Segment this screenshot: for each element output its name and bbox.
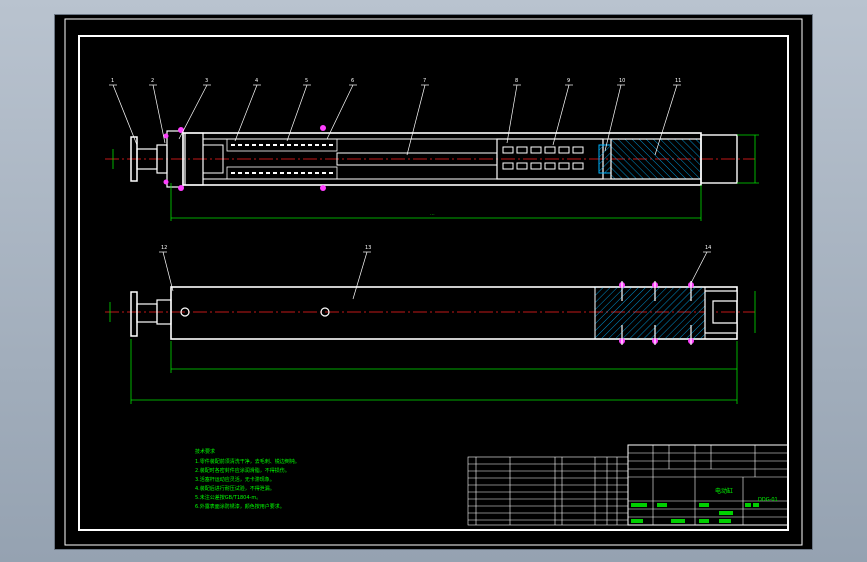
- balloon: 7: [423, 78, 426, 84]
- balloon: 11: [675, 78, 681, 84]
- balloon: 14: [705, 245, 711, 251]
- balloon: 4: [255, 78, 258, 84]
- technical-requirements: 技术要求 1.零件装配前须清洗干净，去毛刺、锐边倒钝。 2.装配时各密封件应涂润…: [195, 448, 300, 510]
- balloon: 8: [515, 78, 518, 84]
- external-view: [105, 281, 756, 404]
- tech-req-line: 3.活塞杆运动应灵活，无卡滞现象。: [195, 476, 275, 483]
- tech-req-line: 4.装配后进行耐压试验，不得泄漏。: [195, 485, 275, 492]
- drawing-name: 电动缸: [715, 487, 733, 495]
- balloon: 2: [151, 78, 154, 84]
- balloon: 6: [351, 78, 354, 84]
- svg-text:···: ···: [430, 212, 435, 218]
- tech-req-title: 技术要求: [195, 448, 215, 455]
- title-block: 电动缸 DDG-01: [627, 444, 789, 526]
- tech-req-line: 6.外露表面涂防锈漆，颜色按用户要求。: [195, 503, 285, 510]
- balloon: 5: [305, 78, 308, 84]
- tech-req-line: 1.零件装配前须清洗干净，去毛刺、锐边倒钝。: [195, 458, 300, 465]
- section-view: ···: [105, 125, 759, 221]
- balloon: 12: [161, 245, 167, 251]
- balloon: 1: [111, 78, 114, 84]
- parts-list-table: [467, 456, 629, 526]
- sheet-inner-frame: [78, 35, 789, 531]
- balloon: 9: [567, 78, 570, 84]
- drawing-number: DDG-01: [758, 497, 778, 503]
- tech-req-line: 5.未注公差按GB/T1804-m。: [195, 494, 261, 501]
- balloon: 13: [365, 245, 371, 251]
- tech-req-line: 2.装配时各密封件应涂润滑脂，不得损伤。: [195, 467, 290, 474]
- drawing-canvas: ··· 1 2 3 4 5 6 7 8 9 10 11 12 13 14 技术要…: [64, 18, 803, 546]
- balloon: 10: [619, 78, 625, 84]
- leader-lines: [109, 84, 711, 300]
- balloon: 3: [205, 78, 208, 84]
- cad-viewport[interactable]: ··· 1 2 3 4 5 6 7 8 9 10 11 12 13 14 技术要…: [54, 14, 813, 550]
